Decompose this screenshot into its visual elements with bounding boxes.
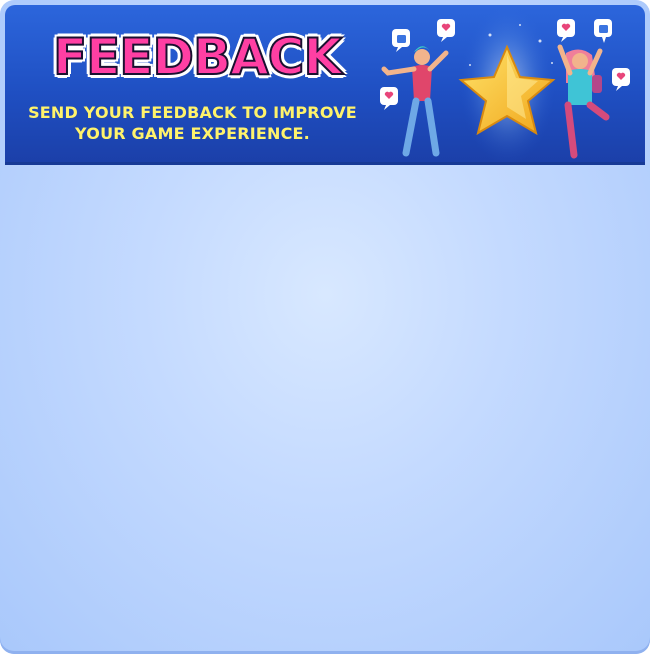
feedback-banner: FEEDBACK SEND YOUR FEEDBACK TO IMPROVE Y… — [5, 5, 645, 165]
banner-subtitle: SEND YOUR FEEDBACK TO IMPROVE YOUR GAME … — [20, 102, 365, 144]
subtitle-line-1: SEND YOUR FEEDBACK TO IMPROVE — [28, 103, 357, 122]
heart-bubble-icon — [380, 87, 398, 110]
heart-bubble-icon — [612, 68, 630, 91]
heart-bubble-icon — [557, 19, 575, 42]
heart-bubble-icon — [437, 19, 455, 42]
feedback-panel: FEEDBACK SEND YOUR FEEDBACK TO IMPROVE Y… — [0, 0, 650, 654]
page-title: FEEDBACK — [52, 27, 343, 87]
subtitle-line-2: YOUR GAME EXPERIENCE. — [75, 124, 310, 143]
celebration-illustration — [380, 5, 630, 165]
thumbs-up-bubble-icon — [594, 19, 612, 43]
thumbs-up-bubble-icon — [392, 29, 410, 52]
right-person-figure — [557, 44, 610, 159]
